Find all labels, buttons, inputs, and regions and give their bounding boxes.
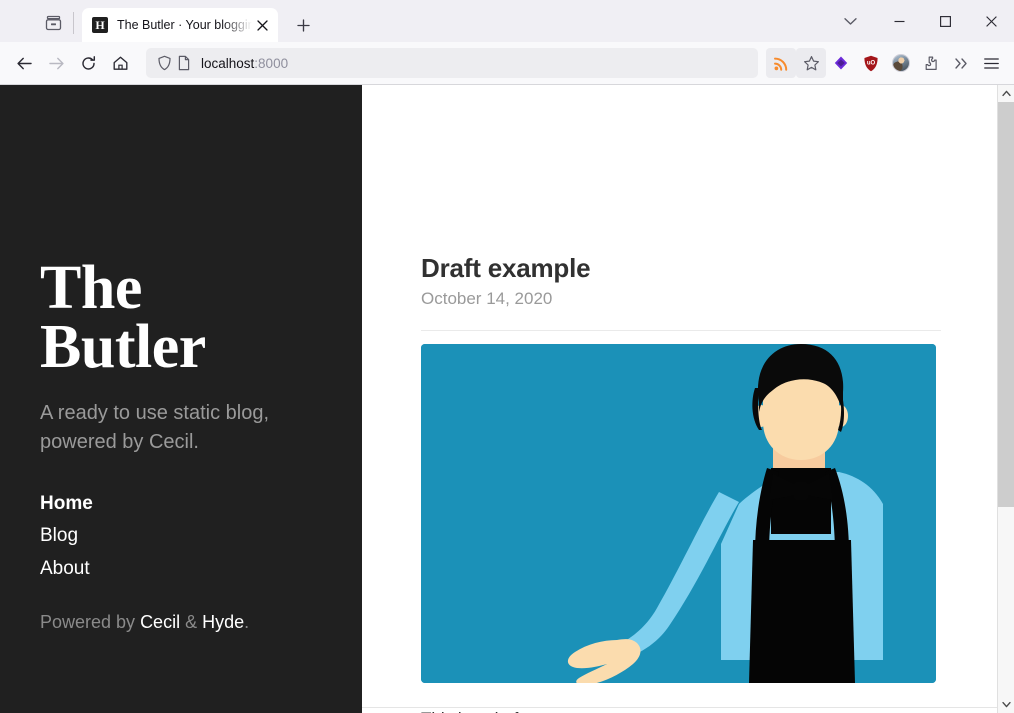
purple-extension-button[interactable] xyxy=(826,48,856,78)
cecil-link[interactable]: Cecil xyxy=(140,612,180,632)
post-featured-image xyxy=(421,344,936,683)
reload-button[interactable] xyxy=(72,47,104,79)
page-info-button[interactable] xyxy=(174,53,194,73)
post-date: October 14, 2020 xyxy=(421,289,937,309)
home-button[interactable] xyxy=(104,47,136,79)
tab-title: The Butler · Your blogging assist xyxy=(117,18,252,32)
browser-tab[interactable]: H The Butler · Your blogging assist xyxy=(82,8,278,42)
minimize-icon xyxy=(893,15,906,28)
forward-button xyxy=(40,47,72,79)
scrollbar-thumb[interactable] xyxy=(998,102,1014,507)
chevron-down-icon xyxy=(1002,701,1011,708)
back-button[interactable] xyxy=(8,47,40,79)
application-menu-icon xyxy=(983,57,1000,70)
window-close-button[interactable] xyxy=(968,0,1014,42)
sidebar-footer: Powered by Cecil & Hyde. xyxy=(40,610,322,635)
scrollbar-up-button[interactable] xyxy=(998,85,1014,102)
extensions-button[interactable] xyxy=(916,48,946,78)
rss-feed-icon xyxy=(773,55,790,72)
overflow-chevrons-icon xyxy=(953,57,970,70)
scrollbar-down-button[interactable] xyxy=(998,696,1014,713)
ublock-origin-button[interactable]: uO xyxy=(856,48,886,78)
post-divider xyxy=(421,330,941,331)
sidebar-item-home[interactable]: Home xyxy=(40,491,322,517)
maximize-icon xyxy=(939,15,952,28)
new-tab-button[interactable] xyxy=(288,10,318,40)
navigation-toolbar: localhost:8000 xyxy=(0,42,1014,85)
page-icon xyxy=(177,55,191,71)
page-scrollbar[interactable] xyxy=(997,85,1014,713)
main-content: Draft example October 14, 2020 xyxy=(362,85,997,713)
minimize-button[interactable] xyxy=(876,0,922,42)
window-controls xyxy=(824,0,1014,42)
content-bottom-divider xyxy=(362,707,997,708)
footer-suffix: . xyxy=(244,612,249,632)
overflow-menu-button[interactable] xyxy=(946,48,976,78)
hyde-link[interactable]: Hyde xyxy=(202,612,244,632)
tab-close-button[interactable] xyxy=(252,15,272,35)
url-host: localhost xyxy=(201,56,254,71)
butler-illustration-icon xyxy=(421,344,936,683)
url-text: localhost:8000 xyxy=(201,56,288,71)
back-arrow-icon xyxy=(16,55,33,72)
favicon-letter: H xyxy=(95,19,104,31)
ublock-origin-shield-icon: uO xyxy=(863,55,879,72)
footer-separator: & xyxy=(180,612,202,632)
firefox-view-button[interactable] xyxy=(36,7,70,39)
extensions-puzzle-icon xyxy=(923,55,940,72)
url-bar[interactable]: localhost:8000 xyxy=(146,48,758,78)
page-viewport: The Butler A ready to use static blog, p… xyxy=(0,85,1014,713)
title-bar: H The Butler · Your blogging assist xyxy=(0,0,1014,42)
sidebar-item-blog[interactable]: Blog xyxy=(40,523,322,549)
sidebar-nav: Home Blog About xyxy=(40,491,322,582)
close-icon xyxy=(257,20,268,31)
chevron-down-icon xyxy=(844,17,857,26)
url-port: :8000 xyxy=(254,56,288,71)
tab-list-dropdown-button[interactable] xyxy=(824,0,876,42)
scrollbar-track[interactable] xyxy=(998,102,1014,696)
rss-feed-button[interactable] xyxy=(766,48,796,78)
post-title: Draft example xyxy=(421,253,937,284)
chevron-up-icon xyxy=(1002,90,1011,97)
site-tagline: A ready to use static blog, powered by C… xyxy=(40,399,322,457)
tab-favicon-icon: H xyxy=(92,17,108,33)
purple-diamond-extension-icon xyxy=(833,55,849,71)
browser-window: H The Butler · Your blogging assist xyxy=(0,0,1014,713)
account-avatar-icon xyxy=(892,54,910,72)
account-avatar-button[interactable] xyxy=(886,48,916,78)
maximize-button[interactable] xyxy=(922,0,968,42)
home-icon xyxy=(112,55,129,72)
plus-icon xyxy=(297,19,310,32)
toolbar-icons: uO xyxy=(766,48,1006,78)
bookmark-star-icon xyxy=(803,55,820,72)
application-menu-button[interactable] xyxy=(976,48,1006,78)
forward-arrow-icon xyxy=(48,55,65,72)
shield-icon xyxy=(157,55,172,71)
powered-by-prefix: Powered by xyxy=(40,612,140,632)
bookmark-button[interactable] xyxy=(796,48,826,78)
site-title: The Butler xyxy=(40,259,322,377)
tracking-protection-shield[interactable] xyxy=(154,53,174,73)
firefox-view-icon xyxy=(45,15,62,32)
window-close-icon xyxy=(985,15,998,28)
sidebar-item-about[interactable]: About xyxy=(40,556,322,582)
svg-text:uO: uO xyxy=(867,60,876,66)
site-sidebar: The Butler A ready to use static blog, p… xyxy=(0,85,362,713)
reload-icon xyxy=(80,55,97,72)
tabstrip-separator xyxy=(73,12,74,34)
